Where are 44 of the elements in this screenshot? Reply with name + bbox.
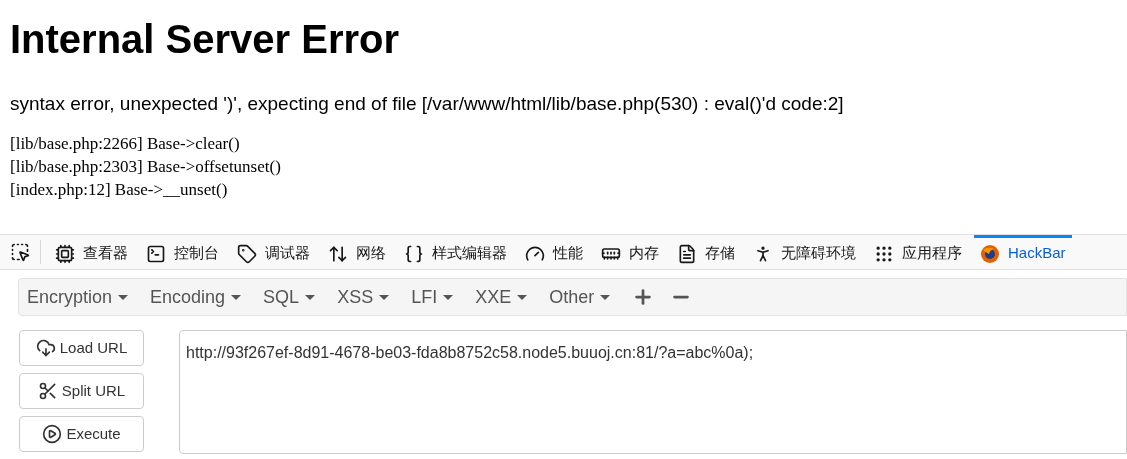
menu-dropdown[interactable]: SQL — [255, 283, 324, 311]
devtools-tab[interactable]: 查看器 — [49, 234, 134, 270]
devtools-tab[interactable]: 控制台 — [140, 234, 225, 270]
scissors-icon — [37, 381, 58, 401]
play-icon — [42, 424, 63, 444]
devtools-tab[interactable]: 样式编辑器 — [398, 234, 513, 270]
caret-icon — [231, 294, 242, 300]
caret-icon — [517, 294, 528, 300]
devtools-tab[interactable]: 内存 — [595, 234, 665, 270]
terminal-icon — [146, 243, 166, 264]
devtools-tab[interactable]: 存储 — [671, 234, 741, 270]
chip-icon — [55, 243, 75, 264]
trace-line: [lib/base.php:2303] Base->offsetunset() — [10, 156, 281, 178]
caret-icon — [379, 294, 390, 300]
trace-line: [index.php:12] Base->__unset() — [10, 179, 228, 201]
document-icon — [677, 243, 697, 264]
menu-dropdown[interactable]: Encryption — [19, 283, 137, 311]
cloud-download-icon — [35, 338, 56, 358]
fox-logo-icon — [980, 243, 1000, 264]
devtools-tab[interactable]: 性能 — [519, 234, 589, 270]
trace-line: [lib/base.php:2266] Base->clear() — [10, 133, 240, 155]
menu-dropdown[interactable]: XSS — [329, 283, 398, 311]
caret-icon — [443, 294, 454, 300]
hackbar-button[interactable]: Load URL — [19, 330, 144, 366]
devtools-tab[interactable]: 无障碍环境 — [747, 234, 862, 270]
url-field[interactable]: http://93f267ef-8d91-4678-be03-fda8b8752c58.node5.buuoj.cn:81/?a=abc%0a); — [179, 330, 1127, 454]
menu-dropdown[interactable]: Encoding — [142, 283, 250, 311]
devtools-tab[interactable]: HackBar — [974, 234, 1072, 270]
menu-dropdown[interactable]: XXE — [467, 283, 536, 311]
braces-icon — [404, 243, 424, 264]
menu-dropdown[interactable]: LFI — [403, 283, 462, 311]
element-picker-icon[interactable] — [10, 242, 30, 262]
caret-icon — [118, 294, 129, 300]
caret-icon — [600, 294, 611, 300]
devtools-tab[interactable]: 应用程序 — [868, 234, 968, 270]
hackbar-button[interactable]: Split URL — [19, 373, 144, 409]
page-title: Internal Server Error — [10, 16, 400, 63]
caret-icon — [305, 294, 316, 300]
menu-dropdown[interactable]: Other — [541, 283, 619, 311]
error-message: syntax error, unexpected ')', expecting end of file [/var/www/html/lib/base.php(530) : eval()'d code:2] — [10, 92, 844, 116]
tag-icon — [237, 243, 257, 264]
hackbar-button[interactable]: Execute — [19, 416, 144, 452]
devtools-tab[interactable]: 调试器 — [231, 234, 316, 270]
devtools-tab[interactable]: 网络 — [322, 234, 392, 270]
